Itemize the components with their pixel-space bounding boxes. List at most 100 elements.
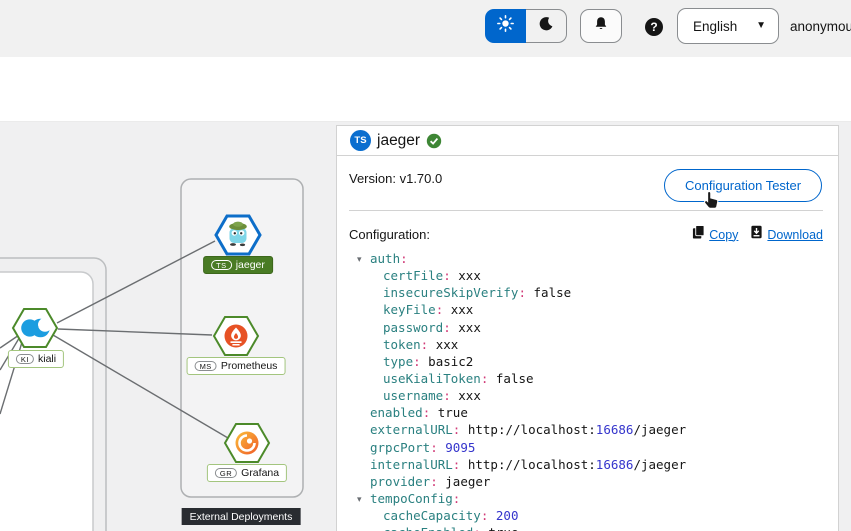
yaml-line: provider: jaeger [357,473,835,490]
sun-icon [497,15,514,37]
yaml-value: true [438,405,468,420]
cursor-pointer-icon [702,190,722,217]
yaml-line: grpcPort: 9095 [357,439,835,456]
node-label-text: jaeger [236,259,265,271]
yaml-colon: : [436,302,444,317]
yaml-colon: : [518,285,526,300]
yaml-value: xxx [451,302,474,317]
yaml-key: password [383,320,443,335]
node-label-grafana[interactable]: GR Grafana [207,464,287,482]
yaml-value: xxx [436,337,459,352]
yaml-line: password: xxx [357,319,835,336]
language-dropdown-value: English [693,19,756,34]
yaml-value: jaeger [445,474,490,489]
node-type-badge: TS [211,260,232,270]
node-label-prometheus[interactable]: MS Prometheus [187,357,286,375]
yaml-colon: : [443,268,451,283]
yaml-line: ▾auth: [357,250,835,267]
yaml-line: username: xxx [357,387,835,404]
kiali-mesh-page: ? English ▼ anonymous ? Help Reset Last … [0,0,851,531]
yaml-key: username [383,388,443,403]
node-label-kiali[interactable]: KI kiali [8,350,64,368]
yaml-value: false [534,285,572,300]
node-label-text: kiali [38,353,56,365]
yaml-colon: : [473,525,481,531]
yaml-value: basic2 [428,354,473,369]
yaml-colon: : [481,508,489,523]
yaml-key: externalURL [370,422,453,437]
yaml-viewer[interactable]: ▾auth:certFile: xxxinsecureSkipVerify: f… [357,250,835,531]
yaml-key: internalURL [370,457,453,472]
collapse-caret-icon[interactable]: ▾ [357,491,370,508]
yaml-line: insecureSkipVerify: false [357,284,835,301]
yaml-line: enabled: true [357,404,835,421]
yaml-colon: : [453,491,461,506]
yaml-colon: : [413,354,421,369]
bell-icon [593,16,609,37]
collapse-caret-icon[interactable]: ▾ [357,251,370,268]
masthead-help-icon[interactable]: ? [645,18,663,36]
copy-link[interactable]: Copy [692,225,738,244]
yaml-value: /jaeger [633,457,686,472]
yaml-value: /jaeger [633,422,686,437]
panel-title: jaeger [377,132,420,150]
question-glyph: ? [650,20,657,34]
yaml-number-value: 200 [496,508,519,523]
masthead: ? English ▼ anonymous [0,0,851,57]
yaml-number-value: 9095 [445,440,475,455]
jaeger-logo [229,222,247,247]
yaml-value: xxx [458,268,481,283]
node-grafana[interactable] [225,424,269,462]
yaml-key: auth [370,251,400,266]
yaml-line: token: xxx [357,336,835,353]
check-circle-icon [426,133,442,149]
language-dropdown[interactable]: English ▼ [677,8,779,44]
yaml-colon: : [400,251,408,266]
yaml-key: grpcPort [370,440,430,455]
yaml-key: insecureSkipVerify [383,285,518,300]
yaml-line: ▾tempoConfig: [357,490,835,507]
node-label-jaeger[interactable]: TS jaeger [203,256,273,274]
yaml-key: provider [370,474,430,489]
download-link-label: Download [767,228,823,242]
detail-panel-header: TS jaeger [337,126,838,156]
notifications-button[interactable] [580,9,622,43]
chevron-down-icon: ▼ [756,21,766,31]
yaml-number-value: 16686 [596,457,634,472]
copy-link-label: Copy [709,228,738,242]
yaml-key: type [383,354,413,369]
node-jaeger[interactable] [216,216,260,254]
yaml-key: certFile [383,268,443,283]
download-icon [750,225,763,244]
yaml-colon: : [430,440,438,455]
node-type-badge: KI [16,354,34,364]
moon-icon [538,16,554,37]
yaml-value: xxx [458,320,481,335]
yaml-value: http://localhost: [468,457,596,472]
yaml-value: false [496,371,534,386]
version-text: Version: v1.70.0 [349,171,442,186]
node-type-badge: GR [215,468,237,478]
dark-theme-toggle[interactable] [526,9,567,43]
yaml-colon: : [421,337,429,352]
node-kiali[interactable] [13,309,57,347]
external-deployments-badge: External Deployments [182,508,301,525]
yaml-number-value: 16686 [596,422,634,437]
grafana-logo [236,432,259,455]
yaml-line: type: basic2 [357,353,835,370]
download-link[interactable]: Download [750,225,823,244]
panel-divider [349,210,823,211]
user-menu[interactable]: anonymous [790,19,851,34]
yaml-line: keyFile: xxx [357,301,835,318]
node-type-badge: MS [195,361,217,371]
yaml-key: enabled [370,405,423,420]
yaml-line: cacheEnabled: true [357,524,835,531]
trace-store-badge: TS [350,130,371,151]
yaml-value: true [488,525,518,531]
yaml-key: keyFile [383,302,436,317]
yaml-colon: : [453,457,461,472]
node-prometheus[interactable] [214,317,258,355]
light-theme-toggle[interactable] [485,9,526,43]
yaml-key: cacheEnabled [383,525,473,531]
configuration-tester-button[interactable]: Configuration Tester [664,169,822,202]
